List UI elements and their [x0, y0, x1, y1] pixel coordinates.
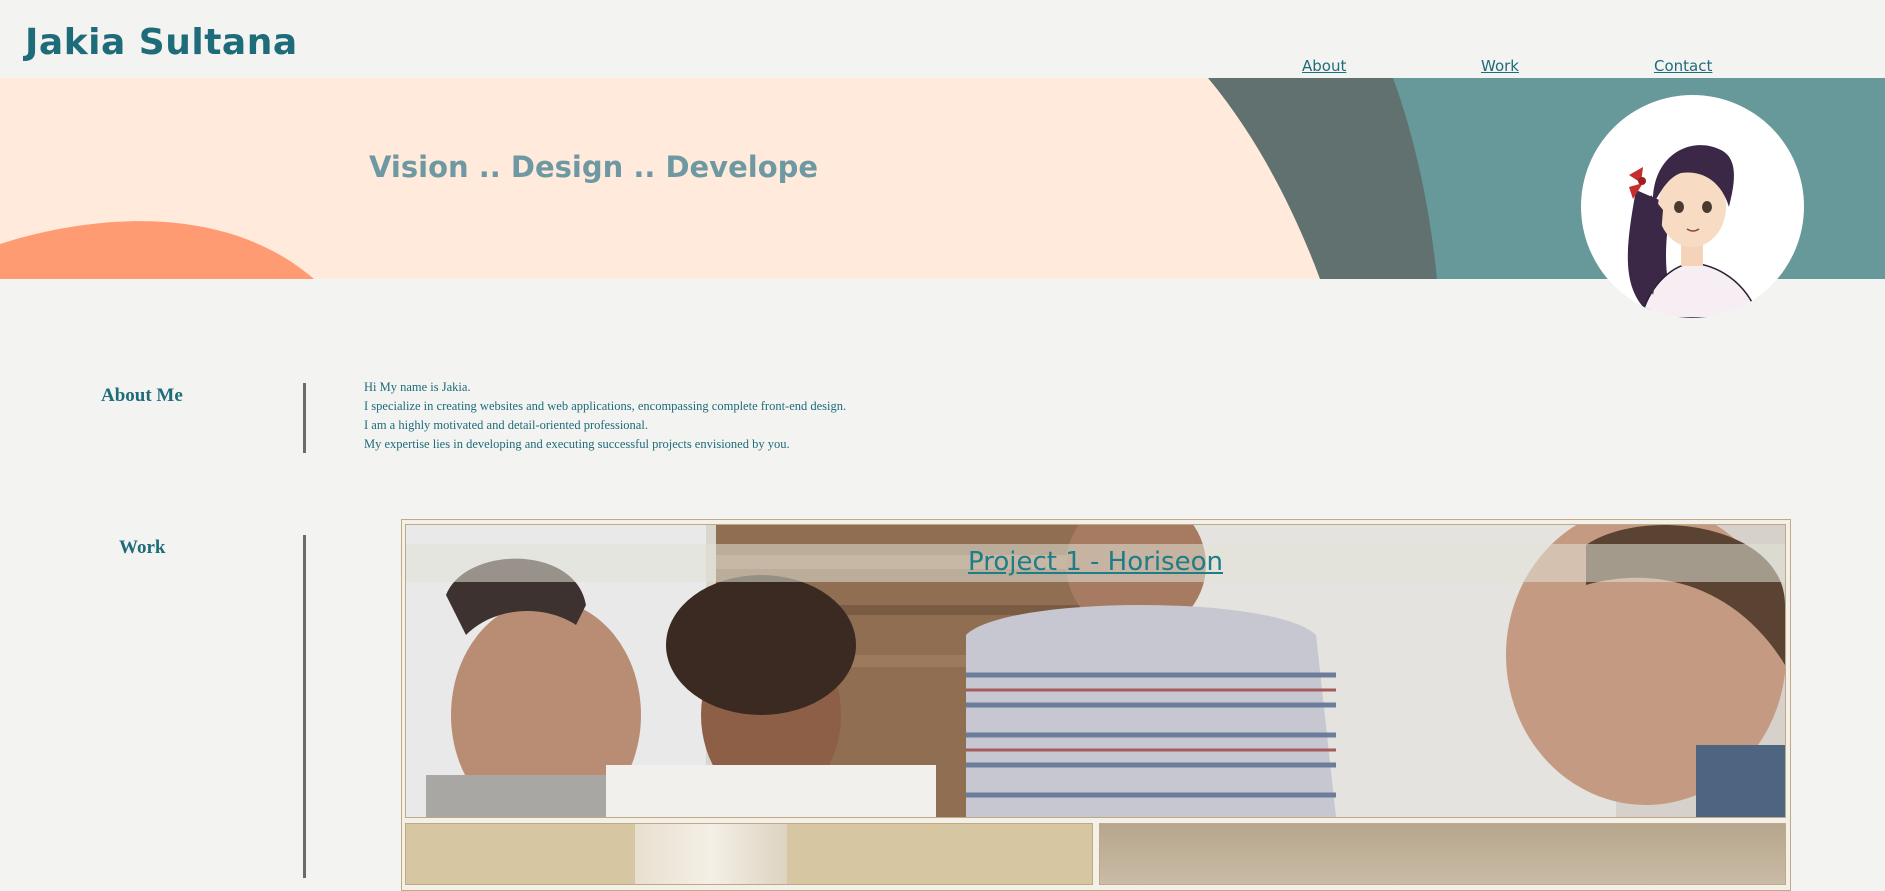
hero-tagline: Vision .. Design .. Develope — [369, 150, 819, 184]
project-card-3[interactable] — [1099, 823, 1786, 885]
project-card-horiseon[interactable]: Project 1 - Horiseon — [405, 524, 1786, 818]
work-divider — [303, 535, 306, 878]
project-title-link[interactable]: Project 1 - Horiseon — [406, 547, 1785, 577]
profile-avatar — [1581, 95, 1804, 318]
work-section-label: Work — [119, 537, 166, 558]
site-title: Jakia Sultana — [25, 22, 298, 63]
project-card-2[interactable] — [405, 823, 1093, 885]
about-line: I specialize in creating websites and we… — [364, 399, 847, 413]
about-line: My expertise lies in developing and exec… — [364, 437, 790, 451]
about-line: I am a highly motivated and detail-orien… — [364, 418, 648, 432]
nav-contact-link[interactable]: Contact — [1654, 57, 1712, 75]
about-text: Hi My name is Jakia. I specialize in cre… — [364, 378, 846, 454]
project-2-photo — [635, 824, 787, 884]
profile-illustration — [1627, 145, 1760, 318]
about-line: Hi My name is Jakia. — [364, 380, 471, 394]
about-divider — [303, 383, 306, 453]
nav-work-link[interactable]: Work — [1481, 57, 1519, 75]
about-section-label: About Me — [101, 385, 183, 406]
nav-about-link[interactable]: About — [1302, 57, 1346, 75]
